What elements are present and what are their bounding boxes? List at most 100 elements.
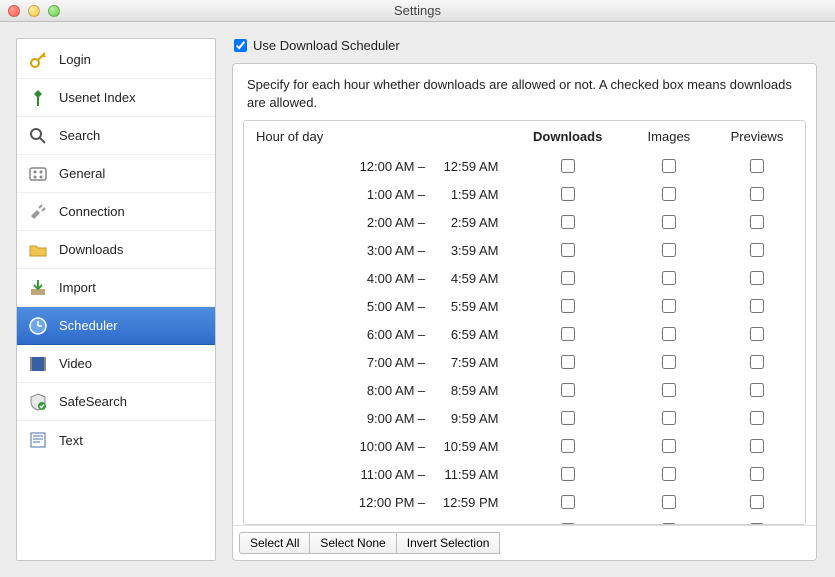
images-checkbox[interactable] bbox=[662, 523, 676, 524]
use-scheduler-checkbox[interactable] bbox=[234, 39, 247, 52]
sidebar-item-safesearch[interactable]: SafeSearch bbox=[17, 383, 215, 421]
previews-checkbox[interactable] bbox=[750, 243, 764, 257]
previews-checkbox[interactable] bbox=[750, 187, 764, 201]
schedule-scroll[interactable]: Hour of day Downloads Images Previews 12… bbox=[244, 121, 805, 524]
previews-checkbox[interactable] bbox=[750, 411, 764, 425]
previews-checkbox[interactable] bbox=[750, 215, 764, 229]
previews-checkbox[interactable] bbox=[750, 439, 764, 453]
hour-start: 1:00 AM bbox=[345, 187, 415, 202]
images-checkbox[interactable] bbox=[662, 299, 676, 313]
hour-start: 4:00 AM bbox=[345, 271, 415, 286]
col-images-header[interactable]: Images bbox=[629, 121, 709, 152]
sidebar-item-label: Connection bbox=[59, 204, 125, 219]
downloads-checkbox[interactable] bbox=[561, 159, 575, 173]
hour-end: 6:59 AM bbox=[429, 327, 499, 342]
downloads-checkbox[interactable] bbox=[561, 243, 575, 257]
downloads-checkbox[interactable] bbox=[561, 439, 575, 453]
hour-start: 10:00 AM bbox=[345, 439, 415, 454]
hour-dash: – bbox=[415, 439, 429, 454]
previews-checkbox[interactable] bbox=[750, 271, 764, 285]
previews-checkbox[interactable] bbox=[750, 159, 764, 173]
images-checkbox[interactable] bbox=[662, 467, 676, 481]
invert-selection-button[interactable]: Invert Selection bbox=[396, 532, 501, 554]
images-checkbox[interactable] bbox=[662, 215, 676, 229]
previews-checkbox[interactable] bbox=[750, 467, 764, 481]
select-none-button[interactable]: Select None bbox=[309, 532, 396, 554]
sidebar-item-scheduler[interactable]: Scheduler bbox=[17, 307, 215, 345]
images-checkbox[interactable] bbox=[662, 271, 676, 285]
text-icon bbox=[27, 429, 49, 451]
downloads-cell bbox=[507, 348, 629, 376]
hour-dash: – bbox=[415, 243, 429, 258]
images-checkbox[interactable] bbox=[662, 411, 676, 425]
sidebar-item-general[interactable]: General bbox=[17, 155, 215, 193]
hour-start: 1:00 PM bbox=[345, 523, 415, 524]
hour-start: 7:00 AM bbox=[345, 355, 415, 370]
previews-cell bbox=[709, 432, 805, 460]
sidebar: LoginUsenet IndexSearchGeneral Connection… bbox=[16, 38, 216, 561]
plug-icon bbox=[27, 201, 49, 223]
previews-checkbox[interactable] bbox=[750, 299, 764, 313]
downloads-checkbox[interactable] bbox=[561, 467, 575, 481]
downloads-checkbox[interactable] bbox=[561, 383, 575, 397]
sidebar-item-search[interactable]: Search bbox=[17, 117, 215, 155]
magnifier-icon bbox=[27, 125, 49, 147]
previews-checkbox[interactable] bbox=[750, 495, 764, 509]
window-title: Settings bbox=[0, 3, 835, 18]
downloads-checkbox[interactable] bbox=[561, 495, 575, 509]
schedule-table-wrap: Hour of day Downloads Images Previews 12… bbox=[243, 120, 806, 525]
sidebar-item-downloads[interactable]: Downloads bbox=[17, 231, 215, 269]
hour-dash: – bbox=[415, 411, 429, 426]
previews-cell bbox=[709, 348, 805, 376]
sidebar-item-label: SafeSearch bbox=[59, 394, 127, 409]
downloads-checkbox[interactable] bbox=[561, 411, 575, 425]
downloads-checkbox[interactable] bbox=[561, 355, 575, 369]
sidebar-item-connection[interactable]: Connection bbox=[17, 193, 215, 231]
previews-checkbox[interactable] bbox=[750, 383, 764, 397]
downloads-checkbox[interactable] bbox=[561, 523, 575, 524]
use-scheduler-label[interactable]: Use Download Scheduler bbox=[253, 38, 400, 53]
table-row: 9:00 AM–9:59 AM bbox=[244, 404, 805, 432]
sidebar-item-label: Video bbox=[59, 356, 92, 371]
hour-cell: 4:00 AM–4:59 AM bbox=[244, 264, 507, 292]
sidebar-item-import[interactable]: Import bbox=[17, 269, 215, 307]
images-checkbox[interactable] bbox=[662, 159, 676, 173]
table-row: 6:00 AM–6:59 AM bbox=[244, 320, 805, 348]
images-cell bbox=[629, 180, 709, 208]
use-scheduler-row: Use Download Scheduler bbox=[232, 38, 817, 53]
previews-checkbox[interactable] bbox=[750, 355, 764, 369]
col-downloads-header[interactable]: Downloads bbox=[507, 121, 629, 152]
images-cell bbox=[629, 488, 709, 516]
col-previews-header[interactable]: Previews bbox=[709, 121, 805, 152]
downloads-checkbox[interactable] bbox=[561, 271, 575, 285]
images-cell bbox=[629, 320, 709, 348]
previews-checkbox[interactable] bbox=[750, 327, 764, 341]
hour-cell: 11:00 AM–11:59 AM bbox=[244, 460, 507, 488]
downloads-checkbox[interactable] bbox=[561, 187, 575, 201]
downloads-cell bbox=[507, 208, 629, 236]
images-cell bbox=[629, 460, 709, 488]
downloads-cell bbox=[507, 432, 629, 460]
hour-dash: – bbox=[415, 383, 429, 398]
images-checkbox[interactable] bbox=[662, 327, 676, 341]
images-cell bbox=[629, 516, 709, 524]
previews-checkbox[interactable] bbox=[750, 523, 764, 524]
images-checkbox[interactable] bbox=[662, 243, 676, 257]
sidebar-item-video[interactable]: Video bbox=[17, 345, 215, 383]
images-checkbox[interactable] bbox=[662, 495, 676, 509]
col-hour-header[interactable]: Hour of day bbox=[244, 121, 507, 152]
downloads-checkbox[interactable] bbox=[561, 215, 575, 229]
images-checkbox[interactable] bbox=[662, 355, 676, 369]
select-all-button[interactable]: Select All bbox=[239, 532, 310, 554]
hour-end: 7:59 AM bbox=[429, 355, 499, 370]
downloads-checkbox[interactable] bbox=[561, 299, 575, 313]
button-row: Select All Select None Invert Selection bbox=[233, 525, 816, 560]
downloads-checkbox[interactable] bbox=[561, 327, 575, 341]
images-checkbox[interactable] bbox=[662, 439, 676, 453]
images-checkbox[interactable] bbox=[662, 187, 676, 201]
sidebar-item-text[interactable]: Text bbox=[17, 421, 215, 459]
sidebar-item-usenet-index[interactable]: Usenet Index bbox=[17, 79, 215, 117]
sidebar-item-login[interactable]: Login bbox=[17, 41, 215, 79]
schedule-panel: Specify for each hour whether downloads … bbox=[232, 63, 817, 561]
images-checkbox[interactable] bbox=[662, 383, 676, 397]
